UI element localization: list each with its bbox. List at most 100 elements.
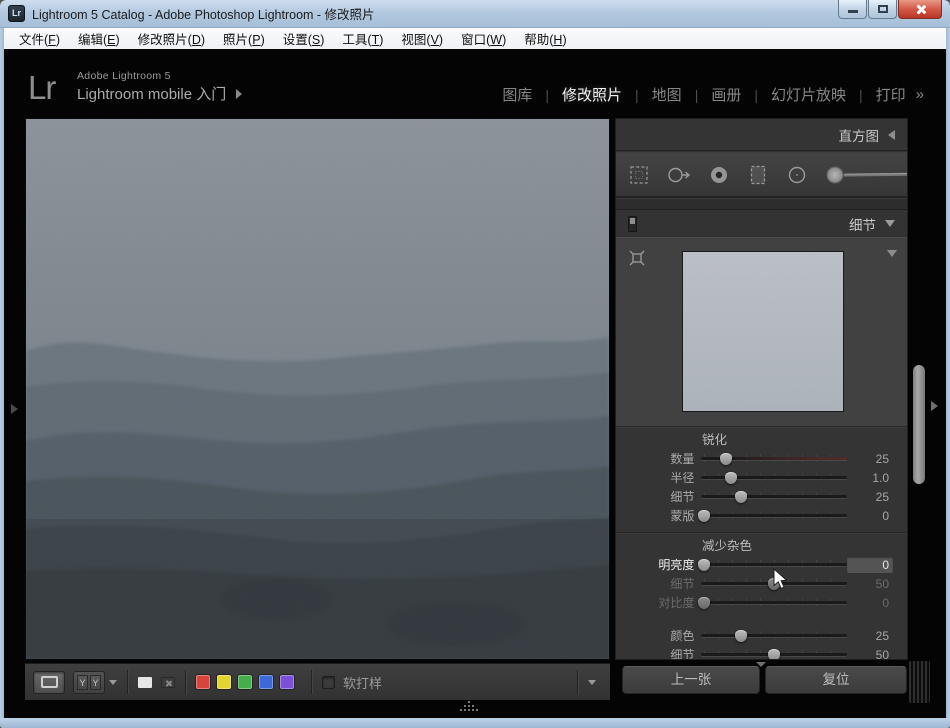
sharpen-slider-value[interactable]: 1.0 (847, 470, 893, 486)
noise-slider-thumb[interactable] (735, 630, 747, 642)
sharpen-preview[interactable] (682, 251, 844, 412)
minimize-icon (848, 10, 858, 13)
preview-collapse-icon[interactable] (887, 250, 897, 257)
previous-button[interactable]: 上一张 (622, 666, 760, 694)
module-tab-3[interactable]: 地图 (650, 82, 684, 107)
close-icon (915, 4, 926, 15)
reset-button[interactable]: 复位 (765, 666, 907, 694)
color-label-swatch-5[interactable] (280, 675, 294, 689)
module-divider: | (859, 87, 863, 103)
menu-item-4[interactable]: 照片(P) (214, 27, 274, 50)
toolbar-options-icon[interactable] (588, 680, 596, 685)
detail-panel-header[interactable]: 细节 (616, 210, 907, 237)
sharpen-slider-track[interactable] (701, 487, 847, 506)
red-eye-tool-icon[interactable] (706, 162, 732, 188)
module-divider: | (635, 87, 639, 103)
noise-slider-row-4: 颜色25 (616, 626, 907, 645)
color-label-swatch-2[interactable] (217, 675, 231, 689)
flag-pick-icon[interactable] (138, 677, 152, 688)
menu-item-5[interactable]: 设置(S) (274, 27, 334, 50)
color-label-swatch-3[interactable] (238, 675, 252, 689)
noise-slider-track (701, 593, 847, 612)
sharpen-slider-thumb[interactable] (735, 491, 747, 503)
panel-scrollbar-thumb[interactable] (913, 365, 925, 484)
sharpen-slider-value[interactable]: 25 (847, 451, 893, 467)
module-divider: | (695, 87, 699, 103)
photo-canvas[interactable] (25, 118, 610, 660)
app-content: Lr Adobe Lightroom 5 Lightroom mobile 入门… (4, 49, 946, 718)
loupe-view-button[interactable] (33, 671, 65, 694)
color-label-swatch-1[interactable] (196, 675, 210, 689)
radial-filter-tool-icon[interactable] (784, 162, 810, 188)
graduated-filter-tool-icon[interactable] (745, 162, 771, 188)
maximize-button[interactable] (868, 0, 897, 19)
slider-track-bar (701, 563, 847, 566)
crop-tool-icon[interactable] (626, 162, 652, 188)
menu-item-2[interactable]: 编辑(E) (69, 27, 129, 50)
module-divider: | (754, 87, 758, 103)
module-tab-5[interactable]: 幻灯片放映 (769, 82, 848, 107)
histogram-panel-header[interactable]: 直方图 (616, 119, 907, 150)
soft-proof-label: 软打样 (343, 673, 382, 692)
title-bar: Lr Lightroom 5 Catalog - Adobe Photoshop… (0, 0, 950, 28)
noise-slider-label: 对比度 (616, 594, 701, 611)
sharpen-slider-value[interactable]: 25 (847, 489, 893, 505)
promo-link[interactable]: Lightroom mobile 入门 (77, 83, 242, 104)
sharpen-slider-thumb[interactable] (720, 453, 732, 465)
detail-preview-area (616, 237, 907, 426)
toolbar-divider (127, 670, 128, 694)
noise-slider-value[interactable]: 25 (847, 628, 893, 644)
noise-slider-value[interactable]: 50 (847, 647, 893, 661)
menu-item-3[interactable]: 修改照片(D) (129, 27, 214, 50)
menu-item-1[interactable]: 文件(F) (10, 27, 69, 50)
noise-slider-value[interactable]: 0 (847, 557, 893, 573)
spot-removal-tool-icon[interactable] (665, 162, 693, 188)
module-tab-6[interactable]: 打印 (874, 82, 908, 107)
soft-proof-checkbox[interactable] (322, 676, 335, 689)
sharpen-slider-thumb[interactable] (698, 510, 710, 522)
module-tab-2[interactable]: 修改照片 (560, 82, 624, 107)
module-tab-4[interactable]: 画册 (709, 82, 743, 107)
target-crosshair-icon[interactable] (627, 248, 647, 268)
adjustment-brush-tool-icon[interactable] (823, 162, 908, 188)
before-after-glyph: Y (77, 675, 88, 690)
sharpen-slider-track[interactable] (701, 506, 847, 525)
show-right-panel-arrow-icon[interactable] (931, 401, 938, 411)
noise-slider-track[interactable] (701, 645, 847, 660)
noise-slider-thumb[interactable] (698, 559, 710, 571)
menu-item-8[interactable]: 窗口(W) (452, 27, 515, 50)
show-filmstrip-grip-icon[interactable] (468, 705, 470, 707)
noise-slider-track[interactable] (701, 555, 847, 574)
panel-toggle-switch-icon[interactable] (628, 216, 637, 232)
slider-track-bar (701, 601, 847, 604)
sharpen-slider-thumb[interactable] (725, 472, 737, 484)
scrollbar-ridges (909, 661, 930, 703)
sharpen-slider-track[interactable] (701, 468, 847, 487)
sharpen-slider-value[interactable]: 0 (847, 508, 893, 524)
identity-plate: Adobe Lightroom 5 Lightroom mobile 入门 (77, 70, 242, 104)
sharpen-slider-track[interactable] (701, 449, 847, 468)
panel-gap (616, 197, 907, 210)
before-after-dropdown-icon[interactable] (109, 680, 117, 685)
sharpen-slider-label: 蒙版 (616, 507, 701, 524)
slider-track-bar (701, 495, 847, 498)
flag-reject-icon[interactable] (161, 677, 175, 688)
close-button[interactable] (898, 0, 942, 19)
before-after-button[interactable]: YY (73, 671, 105, 694)
noise-slider-thumb[interactable] (768, 649, 780, 661)
menu-item-6[interactable]: 工具(T) (333, 27, 392, 50)
view-toolbar: YY 软打样 (25, 663, 610, 700)
minimize-button[interactable] (838, 0, 867, 19)
noise-slider-track[interactable] (701, 626, 847, 645)
sharpen-slider-label: 细节 (616, 488, 701, 505)
menu-item-9[interactable]: 帮助(H) (515, 27, 575, 50)
color-label-swatch-4[interactable] (259, 675, 273, 689)
module-tab-1[interactable]: 图库 (500, 82, 534, 107)
menu-item-7[interactable]: 视图(V) (392, 27, 452, 50)
show-left-panel-arrow-icon[interactable] (11, 404, 18, 414)
lightroom-logo: Lr (28, 69, 55, 107)
histogram-title: 直方图 (839, 125, 880, 145)
sharpening-section: 锐化 数量25半径1.0细节25蒙版0 (616, 426, 907, 525)
right-panel: 直方图 细节 锐化 (615, 118, 908, 660)
module-overflow-icon[interactable]: » (916, 86, 924, 103)
